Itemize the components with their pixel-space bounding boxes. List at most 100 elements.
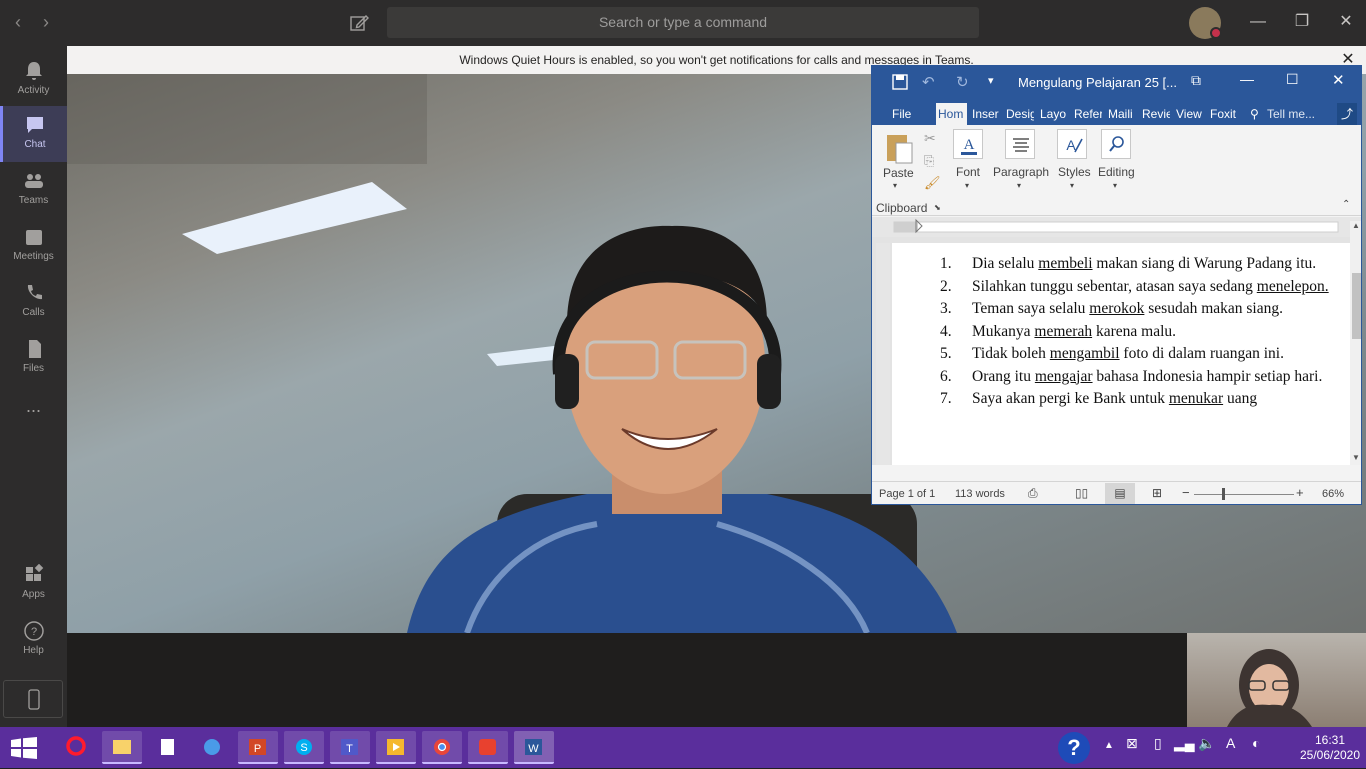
paste-icon[interactable]	[884, 131, 914, 167]
forward-arrow-icon[interactable]: ›	[36, 12, 56, 33]
rail-label: Calls	[22, 307, 45, 318]
rail-item-meetings[interactable]: Meetings	[0, 218, 67, 274]
rail-item-activity[interactable]: Activity	[0, 52, 67, 108]
paragraph-button[interactable]: Paragraph	[993, 165, 1049, 179]
notepad-icon[interactable]	[148, 731, 188, 764]
show-hidden-icons-icon[interactable]: ▲	[1104, 740, 1114, 751]
zoom-slider[interactable]	[1194, 494, 1294, 495]
zoom-out-icon[interactable]: −	[1182, 485, 1190, 500]
help-tray-icon[interactable]: ?	[1058, 732, 1090, 764]
zoom-in-icon[interactable]: +	[1296, 485, 1304, 500]
styles-icon[interactable]: A	[1057, 129, 1087, 159]
close-icon[interactable]: ✕	[1334, 10, 1358, 34]
word-count[interactable]: 113 words	[955, 488, 1005, 500]
ribbon-display-icon[interactable]: ⧉	[1191, 72, 1201, 89]
tab-view[interactable]: View	[1176, 103, 1202, 125]
taskbar-clock[interactable]: 16:31 25/06/2020	[1298, 733, 1362, 763]
word-window[interactable]: ↶ ↻ ▾ Mengulang Pelajaran 25 [... ⧉ — ☐ …	[871, 65, 1362, 505]
word-minimize-icon[interactable]: —	[1240, 71, 1254, 87]
web-layout-icon[interactable]: ⊞	[1152, 486, 1162, 500]
rail-item-teams[interactable]: Teams	[0, 162, 67, 218]
chrome-icon[interactable]	[422, 731, 462, 764]
file-explorer-icon[interactable]	[102, 731, 142, 764]
share-icon[interactable]: ⤴	[1337, 103, 1357, 125]
phone-device-icon	[28, 689, 40, 710]
tab-review[interactable]: Revie	[1142, 103, 1170, 125]
zoom-level[interactable]: 66%	[1322, 488, 1344, 500]
page-count[interactable]: Page 1 of 1	[879, 488, 935, 500]
word-app-icon[interactable]: W	[514, 731, 554, 764]
font-button[interactable]: Font	[956, 165, 980, 179]
copy-icon[interactable]: ⎘	[924, 153, 934, 169]
notifications-icon[interactable]: ◐	[1252, 735, 1260, 751]
signal-icon[interactable]: ▂▄	[1174, 735, 1195, 752]
search-input[interactable]: Search or type a command	[387, 7, 979, 38]
print-layout-icon[interactable]: ▤	[1105, 483, 1135, 504]
rail-item-apps[interactable]: Apps	[0, 556, 67, 612]
tab-design[interactable]: Desig	[1006, 103, 1034, 125]
font-icon[interactable]: A	[953, 129, 983, 159]
rail-item-calls[interactable]: Calls	[0, 274, 67, 330]
customize-qat-icon[interactable]: ▾	[988, 74, 994, 87]
network-error-icon[interactable]: ⊠	[1126, 735, 1138, 752]
minimize-icon[interactable]: —	[1246, 10, 1270, 34]
word-close-icon[interactable]: ✕	[1332, 71, 1345, 89]
tab-foxit[interactable]: Foxit	[1210, 103, 1236, 125]
tab-home[interactable]: Hom	[936, 103, 967, 125]
skype-icon[interactable]: S	[284, 731, 324, 764]
vertical-ruler[interactable]	[876, 243, 890, 465]
foxit-icon[interactable]	[468, 731, 508, 764]
battery-icon[interactable]: ▯	[1154, 735, 1162, 752]
styles-button[interactable]: Styles	[1058, 165, 1091, 179]
volume-icon[interactable]: 🔈	[1198, 735, 1215, 752]
save-icon[interactable]	[892, 74, 908, 90]
word-maximize-icon[interactable]: ☐	[1286, 71, 1299, 88]
collapse-ribbon-icon[interactable]: ⌃	[1342, 199, 1350, 210]
media-player-icon[interactable]	[376, 731, 416, 764]
scroll-down-icon[interactable]: ▼	[1352, 453, 1360, 462]
proofing-icon[interactable]: ⎙	[1028, 486, 1038, 501]
browser-icon[interactable]	[193, 731, 233, 764]
input-method-icon[interactable]: A	[1226, 735, 1235, 751]
rail-item-more[interactable]: ...	[0, 386, 67, 442]
editing-dropdown-icon[interactable]: ▾	[1113, 181, 1117, 190]
font-dropdown-icon[interactable]: ▾	[965, 181, 969, 190]
editing-icon[interactable]	[1101, 129, 1131, 159]
windows-start-icon[interactable]	[10, 737, 38, 759]
redo-icon[interactable]: ↻	[956, 73, 969, 91]
tab-layout[interactable]: Layo	[1040, 103, 1068, 125]
paragraph-icon[interactable]	[1005, 129, 1035, 159]
horizontal-ruler[interactable]	[872, 217, 1361, 237]
zoom-slider-thumb[interactable]	[1222, 488, 1225, 500]
format-painter-icon[interactable]: 🖌	[924, 175, 941, 191]
paste-dropdown-icon[interactable]: ▾	[893, 181, 897, 190]
teams-app-icon[interactable]: T	[330, 731, 370, 764]
rail-item-help[interactable]: ? Help	[0, 612, 67, 668]
tab-mailings[interactable]: Maili	[1108, 103, 1136, 125]
undo-icon[interactable]: ↶	[922, 73, 935, 91]
paste-button[interactable]: Paste	[883, 166, 914, 180]
rail-item-chat[interactable]: Chat	[0, 106, 67, 162]
compose-icon[interactable]	[348, 12, 370, 34]
self-video-preview[interactable]	[1187, 633, 1366, 727]
maximize-icon[interactable]: ❐	[1290, 10, 1314, 34]
back-arrow-icon[interactable]: ‹	[8, 12, 28, 33]
tab-file[interactable]: File	[892, 103, 911, 125]
paragraph-dropdown-icon[interactable]: ▾	[1017, 181, 1021, 190]
scrollbar-thumb[interactable]	[1352, 273, 1361, 339]
tab-references[interactable]: Refer	[1074, 103, 1102, 125]
powerpoint-icon[interactable]: P	[238, 731, 278, 764]
mobile-device-button[interactable]	[3, 680, 63, 718]
vertical-scrollbar[interactable]: ▲ ▼	[1350, 221, 1361, 465]
tell-me-search[interactable]: Tell me...	[1267, 103, 1315, 125]
cut-icon[interactable]: ✂	[924, 130, 936, 147]
editing-button[interactable]: Editing	[1098, 165, 1135, 179]
read-mode-icon[interactable]: ▯▯	[1075, 486, 1088, 500]
scroll-up-icon[interactable]: ▲	[1352, 221, 1360, 230]
tab-insert[interactable]: Inser	[972, 103, 1000, 125]
opera-app-icon[interactable]	[58, 731, 98, 764]
dialog-launcher-icon[interactable]: ⬊	[934, 203, 941, 212]
rail-item-files[interactable]: Files	[0, 330, 67, 386]
document-page[interactable]: 1. Dia selalu membeli makan siang di Waru…	[892, 243, 1350, 465]
styles-dropdown-icon[interactable]: ▾	[1070, 181, 1074, 190]
